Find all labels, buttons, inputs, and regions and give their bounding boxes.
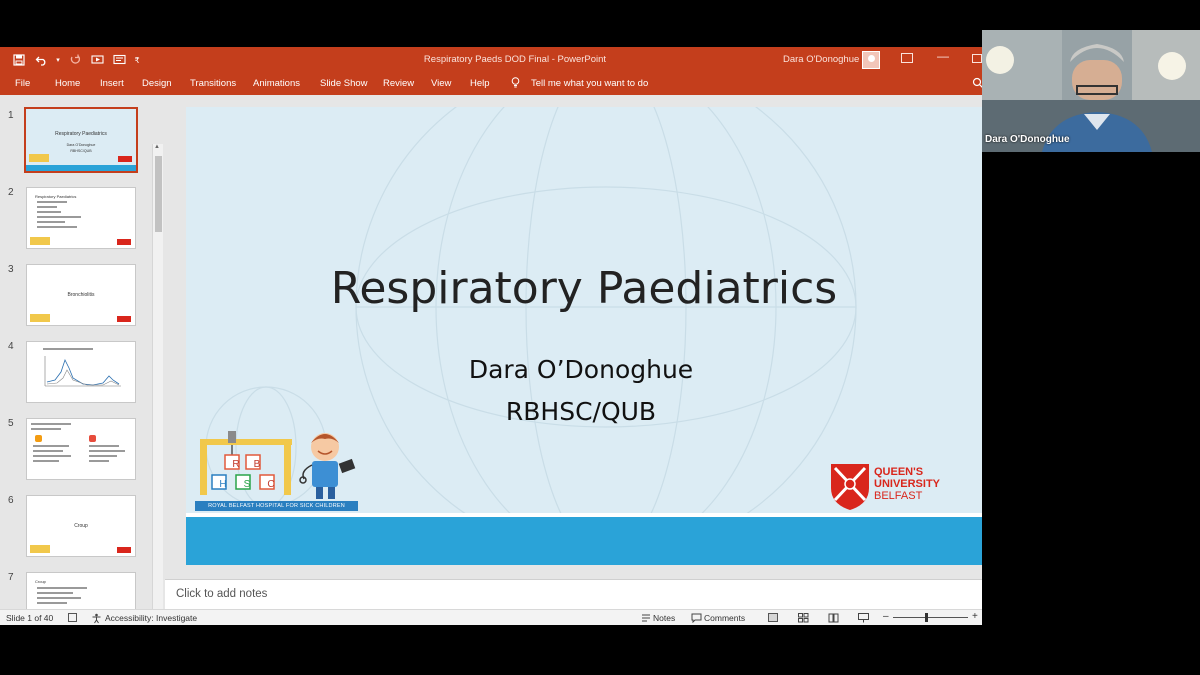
- account-avatar[interactable]: [862, 51, 880, 69]
- notes-pane[interactable]: Click to add notes: [165, 579, 982, 609]
- thumbnail-number: 4: [8, 341, 14, 352]
- accessibility-status[interactable]: Accessibility: Investigate: [105, 613, 197, 623]
- block-letter: C: [267, 479, 275, 490]
- thumbnail-number: 7: [8, 572, 14, 583]
- reading-view-icon[interactable]: [828, 613, 839, 623]
- powerpoint-window: ▾ ₹ Respiratory Paeds DOD Final - PowerP…: [0, 47, 982, 625]
- restore-icon[interactable]: [972, 54, 982, 63]
- zoom-slider-thumb[interactable]: [925, 613, 928, 622]
- screen: ▾ ₹ Respiratory Paeds DOD Final - PowerP…: [0, 0, 1200, 675]
- tab-file[interactable]: File: [15, 78, 30, 89]
- thumbnail-number: 1: [8, 110, 14, 121]
- block-letter: R: [232, 459, 240, 470]
- minimize-icon[interactable]: —: [937, 49, 949, 63]
- slide-title[interactable]: Respiratory Paediatrics: [186, 263, 982, 314]
- tab-animations[interactable]: Animations: [253, 78, 300, 89]
- scrollbar-thumb[interactable]: [155, 156, 162, 232]
- rbhsc-name: ROYAL BELFAST HOSPITAL FOR SICK CHILDREN: [195, 501, 358, 511]
- account-name[interactable]: Dara O'Donoghue: [783, 54, 859, 65]
- tab-slide-show[interactable]: Slide Show: [320, 78, 368, 89]
- thumbnail-subtitle: Dara O'Donoghue: [66, 143, 96, 147]
- slide-show-icon[interactable]: [858, 613, 869, 623]
- thumbnail-slide-6[interactable]: Croup: [26, 495, 136, 557]
- thumbnail-subtitle: RBHSC/QUB: [70, 149, 92, 153]
- zoom-out-icon[interactable]: –: [883, 611, 889, 622]
- participant-name: Dara O'Donoghue: [985, 134, 1070, 145]
- tab-review[interactable]: Review: [383, 78, 414, 89]
- thumbnail-number: 5: [8, 418, 14, 429]
- thumbnail-title: Respiratory Paediatrics: [55, 131, 107, 137]
- thumbnail-logo: [29, 154, 49, 162]
- tab-design[interactable]: Design: [142, 78, 172, 89]
- tab-insert[interactable]: Insert: [100, 78, 124, 89]
- thumbnail-scrollbar[interactable]: ▲ ▼: [152, 144, 163, 609]
- scroll-up-icon[interactable]: ▲: [154, 144, 160, 150]
- slide-editor: Respiratory Paediatrics Dara O’Donoghue …: [165, 95, 982, 579]
- tab-help[interactable]: Help: [470, 78, 490, 89]
- thumbnail-chart: [44, 356, 121, 387]
- thumbnail-slide-4[interactable]: [26, 341, 136, 403]
- tab-view[interactable]: View: [431, 78, 451, 89]
- ribbon-tabs: File Home Insert Design Transitions Anim…: [0, 73, 982, 95]
- share-icon[interactable]: [972, 77, 982, 89]
- status-bar: Slide 1 of 40 Accessibility: Investigate…: [0, 609, 982, 625]
- thumbnail-number: 2: [8, 187, 14, 198]
- current-slide[interactable]: Respiratory Paediatrics Dara O’Donoghue …: [186, 107, 982, 565]
- thumbnail-title: Croup: [74, 523, 88, 529]
- block-letter: B: [253, 459, 261, 470]
- comments-button[interactable]: Comments: [704, 613, 745, 623]
- normal-view-icon[interactable]: [768, 613, 778, 622]
- tell-me-search[interactable]: Tell me what you want to do: [531, 78, 648, 89]
- block-letter: H: [219, 479, 227, 490]
- tab-home[interactable]: Home: [55, 78, 80, 89]
- thumbnail-number: 6: [8, 495, 14, 506]
- qub-name: QUEEN'S UNIVERSITY BELFAST: [874, 466, 941, 502]
- lightbulb-icon[interactable]: [511, 77, 520, 88]
- thumbnail-title: Respiratory Paediatrics: [35, 194, 77, 199]
- spelling-icon[interactable]: [68, 613, 77, 622]
- slide-author[interactable]: Dara O’Donoghue: [186, 355, 976, 384]
- thumbnail-slide-5[interactable]: [26, 418, 136, 480]
- webcam-feed: Dara O'Donoghue: [982, 30, 1200, 152]
- comments-icon[interactable]: [691, 613, 702, 623]
- block-letter: S: [243, 479, 251, 490]
- tab-transitions[interactable]: Transitions: [190, 78, 236, 89]
- notes-placeholder[interactable]: Click to add notes: [176, 588, 267, 600]
- thumbnail-slide-3[interactable]: Bronchiolitis: [26, 264, 136, 326]
- thumbnail-slide-2[interactable]: Respiratory Paediatrics: [26, 187, 136, 249]
- zoom-in-icon[interactable]: +: [972, 611, 978, 622]
- accessibility-icon[interactable]: [91, 613, 102, 624]
- zoom-slider[interactable]: [893, 617, 968, 618]
- slide-footer-bar: [186, 513, 982, 565]
- slide-sorter-icon[interactable]: [798, 613, 809, 623]
- slide-counter: Slide 1 of 40: [6, 613, 54, 623]
- thumbnail-logo: [118, 156, 132, 162]
- ribbon-display-options-icon[interactable]: [901, 53, 913, 63]
- title-bar: ▾ ₹ Respiratory Paeds DOD Final - PowerP…: [0, 47, 982, 73]
- thumbnail-title: Bronchiolitis: [67, 292, 95, 298]
- thumbnail-slide-1[interactable]: Respiratory Paediatrics Dara O'Donoghue …: [24, 107, 138, 173]
- thumbnail-number: 3: [8, 264, 14, 275]
- thumbnail-slide-7[interactable]: Croup: [26, 572, 136, 609]
- notes-button[interactable]: Notes: [653, 613, 675, 623]
- slide-thumbnail-pane: 1 Respiratory Paediatrics Dara O'Donoghu…: [0, 95, 165, 609]
- rbhsc-logo: [200, 431, 356, 499]
- notes-icon[interactable]: [641, 613, 651, 623]
- thumbnail-title: Croup: [35, 579, 46, 584]
